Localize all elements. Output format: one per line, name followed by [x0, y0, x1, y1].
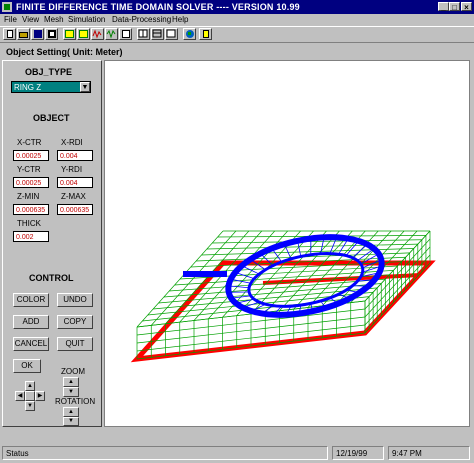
status-time: 9:47 PM [388, 446, 470, 460]
object-setting-title-bar: Object Setting( Unit: Meter) [0, 45, 474, 59]
open-icon[interactable] [17, 28, 30, 40]
title-bar: FINITE DIFFERENCE TIME DOMAIN SOLVER ---… [0, 0, 474, 14]
pan-center-button[interactable] [25, 391, 35, 401]
x-rdi-label: X-RDI [61, 138, 83, 147]
y-ctr-label: Y-CTR [17, 165, 41, 174]
menu-file[interactable]: File [4, 15, 17, 24]
obj-type-select[interactable]: RING Z ▼ [11, 81, 91, 93]
x-ctr-field[interactable]: 0.00025 [13, 150, 49, 161]
z-max-label: Z-MAX [61, 192, 86, 201]
menu-view[interactable]: View [22, 15, 39, 24]
zoom-label: ZOOM [61, 367, 85, 376]
signal-icon[interactable] [105, 28, 118, 40]
pan-right-button[interactable]: ▶ [35, 391, 45, 401]
cancel-button[interactable]: CANCEL [13, 337, 49, 351]
undo-button[interactable]: UNDO [57, 293, 93, 307]
y-rdi-field[interactable]: 0.004 [57, 177, 93, 188]
rotation-label: ROTATION [55, 397, 96, 406]
mesh-3d-view [130, 230, 436, 363]
thick-label: THICK [17, 219, 41, 228]
menu-simulation[interactable]: Simulation [68, 15, 105, 24]
pan-down-button[interactable]: ▼ [25, 401, 35, 411]
z-min-field[interactable]: 0.000635 [13, 204, 49, 215]
status-date: 12/19/99 [332, 446, 384, 460]
status-bar: Status 12/19/99 9:47 PM [0, 444, 474, 463]
y-ctr-field[interactable]: 0.00025 [13, 177, 49, 188]
x-ctr-label: X-CTR [17, 138, 42, 147]
y-rdi-label: Y-RDI [61, 165, 83, 174]
window-title: FINITE DIFFERENCE TIME DOMAIN SOLVER ---… [16, 2, 300, 12]
status-text: Status [2, 446, 328, 460]
mesh-line [336, 230, 405, 305]
save-icon[interactable] [31, 28, 44, 40]
color-button[interactable]: COLOR [13, 293, 49, 307]
field-icon[interactable] [119, 28, 132, 40]
toolbar [0, 26, 474, 43]
obj-type-value: RING Z [14, 83, 42, 92]
maximize-button[interactable]: □ [449, 2, 460, 12]
new-icon[interactable] [3, 28, 16, 40]
menu-data-processing[interactable]: Data-Processing [112, 15, 171, 24]
control-header: CONTROL [29, 273, 74, 283]
print-icon[interactable] [45, 28, 58, 40]
object-setting-title: Object Setting( Unit: Meter) [6, 47, 123, 57]
chevron-down-icon[interactable]: ▼ [80, 82, 90, 92]
app-icon[interactable] [2, 2, 12, 12]
table-icon[interactable] [151, 28, 164, 40]
menu-bar: File View Mesh Simulation Data-Processin… [0, 14, 474, 26]
rotate-up-button[interactable]: ▲ [63, 407, 79, 417]
pan-left-button[interactable]: ◀ [15, 391, 25, 401]
ground-strip [262, 273, 421, 285]
grid-view-icon[interactable] [137, 28, 150, 40]
waveform-icon[interactable] [91, 28, 104, 40]
add-button[interactable]: ADD [13, 315, 49, 329]
ok-button[interactable]: OK [13, 359, 41, 373]
copy-button[interactable]: COPY [57, 315, 93, 329]
menu-mesh[interactable]: Mesh [44, 15, 64, 24]
quit-button[interactable]: QUIT [57, 337, 93, 351]
zoom-out-button[interactable]: ▼ [63, 387, 79, 397]
mesh-view-canvas[interactable] [104, 60, 470, 427]
mesh-alt-icon[interactable] [77, 28, 90, 40]
info-icon[interactable] [199, 28, 212, 40]
close-button[interactable]: × [461, 2, 472, 12]
z-min-label: Z-MIN [17, 192, 40, 201]
minimize-button[interactable]: _ [438, 2, 449, 12]
x-rdi-field[interactable]: 0.004 [57, 150, 93, 161]
view-scrollbar[interactable] [104, 428, 470, 441]
z-max-field[interactable]: 0.000635 [57, 204, 93, 215]
obj-type-header: OBJ_TYPE [25, 67, 73, 77]
thick-field[interactable]: 0.002 [13, 231, 49, 242]
layout-icon[interactable] [165, 28, 178, 40]
globe-icon[interactable] [183, 28, 196, 40]
control-panel: OBJ_TYPE RING Z ▼ OBJECT X-CTR X-RDI 0.0… [2, 60, 102, 427]
rotate-down-button[interactable]: ▼ [63, 417, 79, 426]
zoom-in-button[interactable]: ▲ [63, 377, 79, 387]
mesh-view-icon[interactable] [63, 28, 76, 40]
object-header: OBJECT [33, 113, 70, 123]
pan-up-button[interactable]: ▲ [25, 381, 35, 391]
menu-help[interactable]: Help [172, 15, 188, 24]
